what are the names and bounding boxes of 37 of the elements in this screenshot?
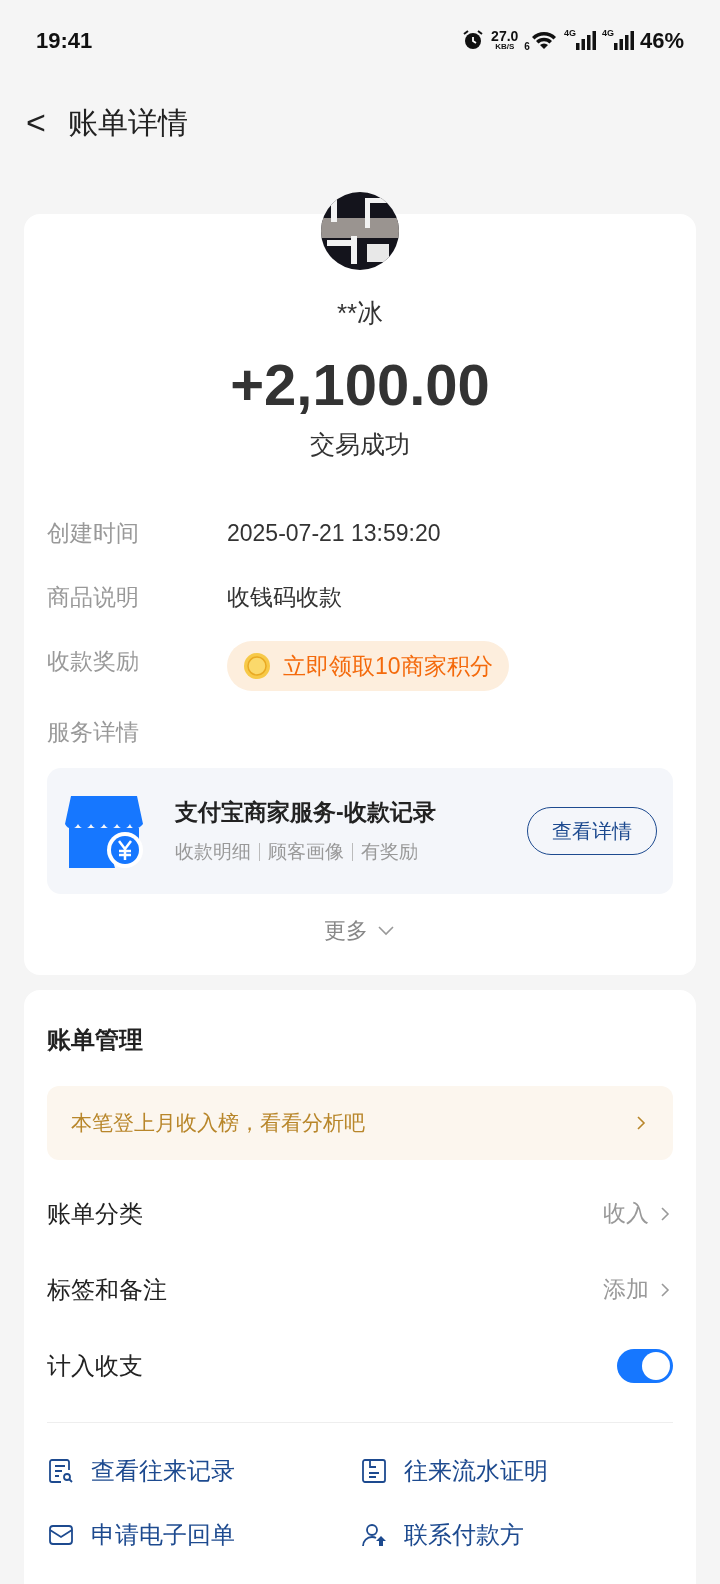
signal-icon	[575, 29, 596, 51]
network-speed-unit: KB/S	[495, 43, 515, 51]
action-link[interactable]: 申请电子回单	[47, 1516, 360, 1553]
page-title: 账单详情	[68, 104, 188, 141]
more-button[interactable]: 更多	[324, 913, 396, 947]
back-button[interactable]: <	[20, 105, 52, 139]
detail-value: 收钱码收款	[227, 582, 342, 612]
document-icon	[360, 1456, 388, 1485]
service-title: 支付宝商家服务-收款记录	[175, 798, 437, 827]
toggle-switch[interactable]	[617, 1348, 673, 1383]
detail-label: 收款奖励	[47, 646, 140, 676]
network-type: 4G	[601, 29, 614, 38]
signal-icon	[613, 29, 634, 51]
service-tag: 顾客画像	[268, 837, 344, 866]
row-label: 账单分类	[47, 1198, 143, 1229]
row-label: 标签和备注	[47, 1274, 167, 1305]
row-label: 计入收支	[47, 1350, 143, 1381]
battery-level: 46%	[639, 26, 684, 55]
amount: +2,100.00	[230, 351, 490, 419]
network-type: 4G	[563, 29, 576, 38]
detail-label: 商品说明	[47, 582, 140, 612]
section-title: 账单管理	[47, 1024, 144, 1055]
detail-label: 创建时间	[47, 518, 140, 548]
transaction-status: 交易成功	[310, 428, 410, 460]
section-label: 服务详情	[47, 718, 140, 747]
wifi-standard: 6	[524, 42, 530, 52]
action-link[interactable]: 联系付款方	[360, 1516, 673, 1553]
action-link[interactable]: 往来流水证明	[360, 1452, 673, 1489]
document-search-icon	[47, 1456, 75, 1485]
coin-icon	[243, 652, 271, 680]
payer-name: **冰	[336, 297, 384, 330]
service-tag: 有奖励	[361, 837, 418, 866]
service-tag: 收款明细	[175, 837, 251, 866]
network-speed: 27.0	[491, 29, 519, 43]
detail-value: 2025-07-21 13:59:20	[227, 518, 441, 548]
action-link[interactable]: 查看往来记录	[47, 1452, 360, 1489]
status-time: 19:41	[36, 26, 93, 55]
